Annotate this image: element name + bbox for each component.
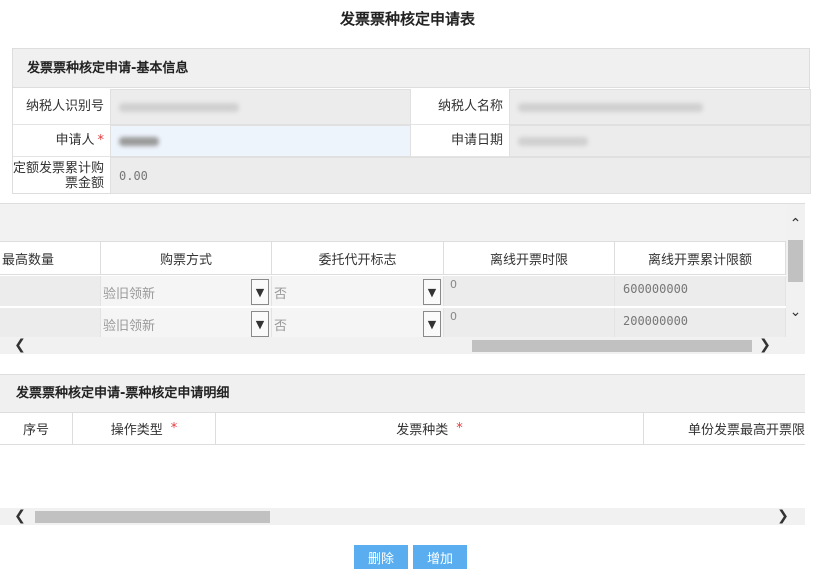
chevron-right-icon[interactable]: ❯	[775, 508, 791, 525]
chevron-down-icon[interactable]: ▼	[423, 311, 441, 337]
col-serial: 序号	[0, 413, 73, 444]
scrollbar-thumb[interactable]	[35, 511, 270, 523]
required-mark: *	[97, 133, 105, 148]
basic-info-panel: 发票票种核定申请-基本信息 纳税人识别号 纳税人名称 申请人 * 申请日期 定额发…	[12, 48, 811, 194]
scrollbar-thumb[interactable]	[472, 340, 752, 352]
chevron-down-icon[interactable]: ▼	[423, 279, 441, 305]
proxy-flag-select[interactable]: 否 ▼	[272, 276, 444, 306]
purchase-method-select[interactable]: 验旧领新 ▼	[101, 276, 272, 306]
ticket-settings-grid: 最高数量 购票方式 委托代开标志 离线开票时限 离线开票累计限额 验旧领新 ▼ 否…	[0, 203, 805, 354]
grid1-vertical-scrollbar[interactable]: ⌃ ⌄	[786, 204, 805, 354]
table-row: 验旧领新 ▼ 否 ▼ 0 200000000	[0, 308, 786, 338]
detail-grid-header: 序号 操作类型 * 发票种类 * 单份发票最高开票限	[0, 413, 805, 445]
table-row: 验旧领新 ▼ 否 ▼ 0 600000000	[0, 276, 786, 306]
applicant-input[interactable]	[110, 125, 411, 157]
apply-date-label: 申请日期	[411, 125, 509, 157]
chevron-left-icon[interactable]: ❮	[12, 508, 28, 525]
page-title: 发票票种核定申请表	[339, 10, 475, 28]
max-quantity-cell	[0, 276, 101, 306]
grid1-horizontal-scrollbar[interactable]: ❮ ❯	[0, 337, 786, 354]
row-applicant: 申请人 * 申请日期	[13, 125, 811, 157]
col-max-amount: 单份发票最高开票限	[687, 423, 805, 438]
col-offline-time: 离线开票时限	[444, 242, 615, 274]
max-quantity-cell	[0, 308, 101, 338]
taxpayer-id-label: 纳税人识别号	[13, 89, 110, 125]
offline-limit-cell[interactable]: 200000000	[615, 308, 786, 338]
chevron-down-icon[interactable]: ⌄	[786, 304, 805, 320]
fixed-invoice-amount-label: 定额发票累计购票金额	[13, 160, 105, 191]
row-taxpayer: 纳税人识别号 纳税人名称	[13, 89, 811, 125]
chevron-left-icon[interactable]: ❮	[12, 337, 28, 354]
detail-panel: 发票票种核定申请-票种核定申请明细 序号 操作类型 * 发票种类 * 单份发票最高开…	[0, 374, 805, 525]
chevron-up-icon[interactable]: ⌃	[786, 216, 805, 232]
action-buttons: 删除 增加	[354, 545, 467, 569]
col-purchase-method: 购票方式	[101, 242, 272, 274]
offline-time-cell[interactable]: 0	[444, 276, 615, 306]
applicant-label: 申请人 *	[13, 125, 110, 157]
grid1-header: 最高数量 购票方式 委托代开标志 离线开票时限 离线开票累计限额	[0, 242, 786, 275]
detail-horizontal-scrollbar[interactable]: ❮ ❯	[0, 508, 805, 525]
apply-date-field[interactable]	[509, 125, 811, 157]
chevron-down-icon[interactable]: ▼	[251, 311, 269, 337]
chevron-down-icon[interactable]: ▼	[251, 279, 269, 305]
purchase-method-select[interactable]: 验旧领新 ▼	[101, 308, 272, 338]
proxy-flag-select[interactable]: 否 ▼	[272, 308, 444, 338]
offline-time-cell[interactable]: 0	[444, 308, 615, 338]
taxpayer-name-field[interactable]	[509, 89, 811, 125]
fixed-invoice-amount-field[interactable]: 0.00	[110, 157, 811, 194]
col-max-quantity: 最高数量	[0, 242, 101, 274]
delete-button[interactable]: 删除	[354, 545, 408, 569]
taxpayer-name-label: 纳税人名称	[411, 89, 509, 125]
basic-info-header: 发票票种核定申请-基本信息	[13, 49, 809, 88]
taxpayer-id-field[interactable]	[110, 89, 411, 125]
add-button[interactable]: 增加	[413, 545, 467, 569]
row-fixed-amount: 定额发票累计购票金额 0.00	[13, 157, 811, 194]
col-proxy-flag: 委托代开标志	[272, 242, 444, 274]
col-invoice-type: 发票种类 *	[216, 413, 644, 444]
detail-header: 发票票种核定申请-票种核定申请明细	[0, 375, 805, 413]
grid-top-strip	[0, 204, 786, 242]
scrollbar-thumb[interactable]	[788, 240, 803, 282]
chevron-right-icon[interactable]: ❯	[757, 337, 773, 354]
offline-limit-cell[interactable]: 600000000	[615, 276, 786, 306]
col-offline-limit: 离线开票累计限额	[615, 242, 786, 274]
col-operation-type: 操作类型 *	[73, 413, 216, 444]
